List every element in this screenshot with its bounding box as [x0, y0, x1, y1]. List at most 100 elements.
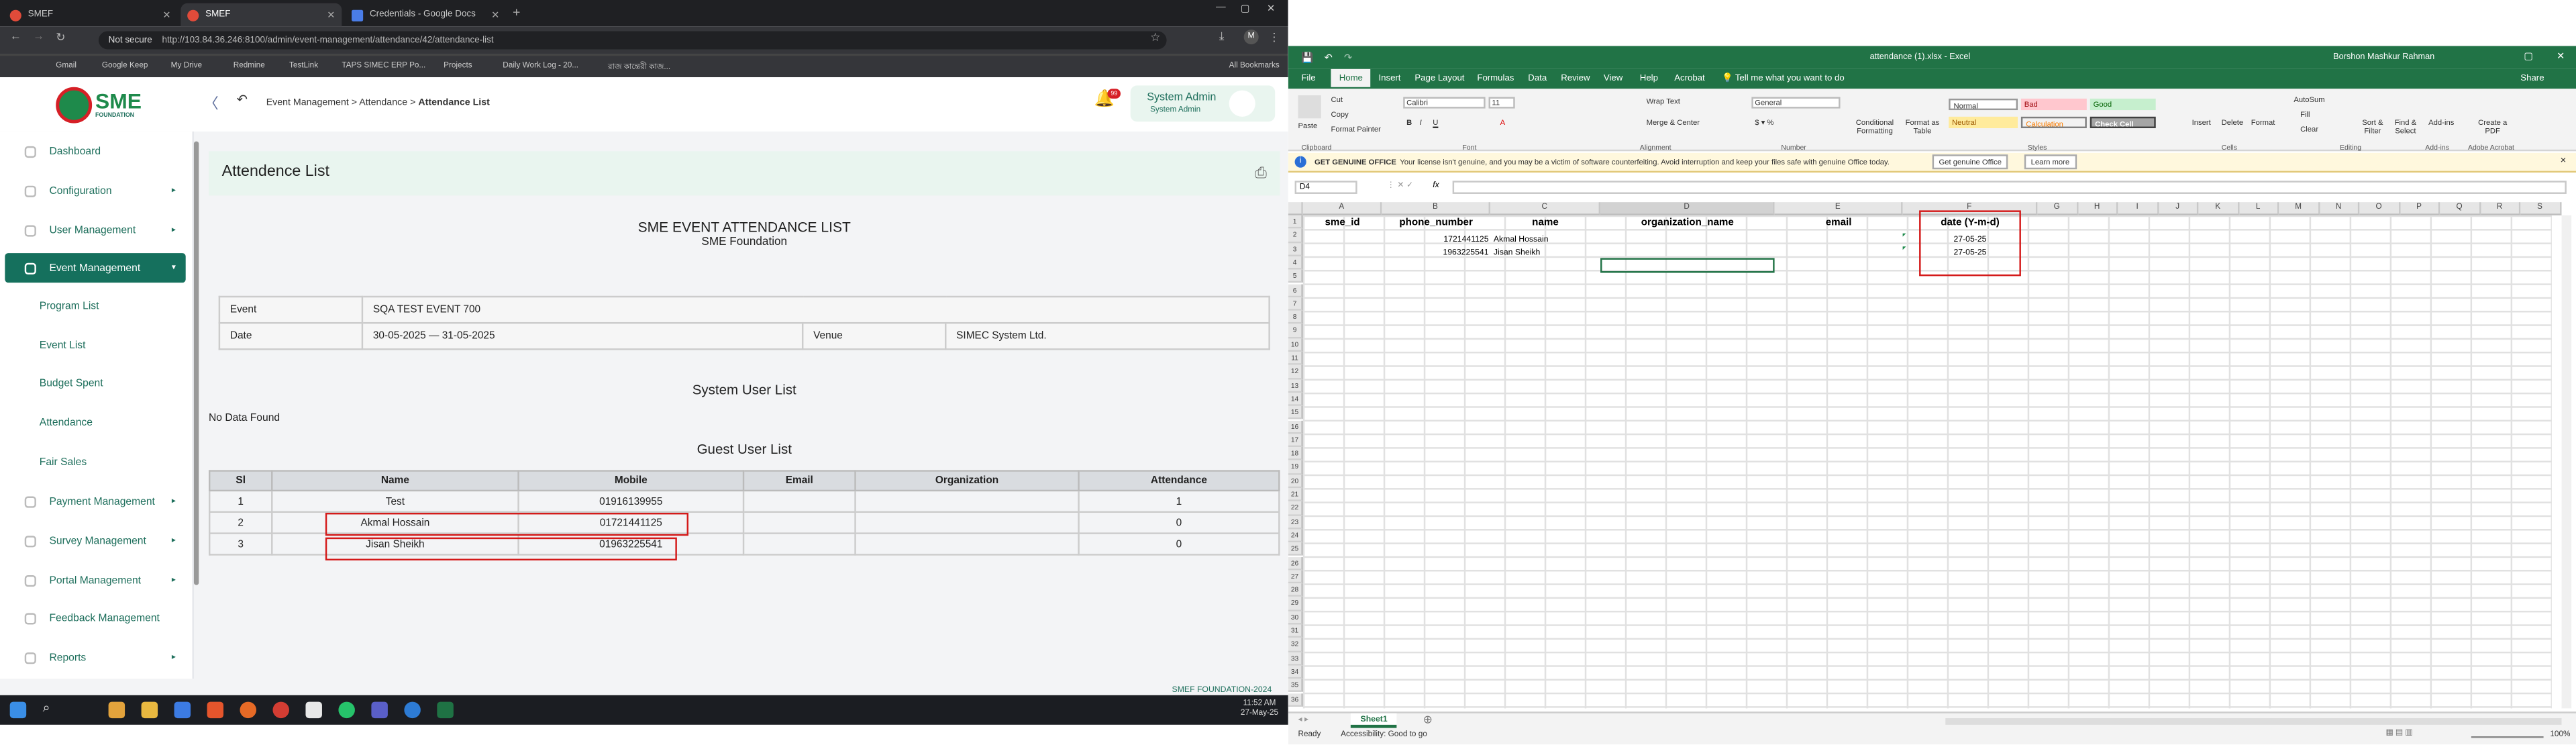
collapse-sidebar-icon[interactable]: 〈: [204, 92, 219, 113]
app-icon[interactable]: [108, 701, 125, 719]
bookmark-item[interactable]: Daily Work Log - 20...: [503, 62, 578, 70]
row-header[interactable]: 10: [1288, 338, 1303, 352]
sidebar-item-portal-management[interactable]: Portal Management ▸: [5, 565, 185, 595]
brave-icon[interactable]: [207, 701, 224, 719]
sidebar-subitem-fair-sales[interactable]: Fair Sales: [40, 457, 87, 468]
firefox-icon[interactable]: [240, 701, 256, 719]
italic-button[interactable]: I: [1420, 118, 1422, 126]
user-menu[interactable]: System Admin System Admin: [1130, 85, 1276, 122]
minimize-icon[interactable]: —: [1216, 3, 1226, 13]
row-header[interactable]: 32: [1288, 638, 1303, 652]
row-header[interactable]: 29: [1288, 597, 1303, 611]
row-header[interactable]: 17: [1288, 433, 1303, 448]
column-header[interactable]: M: [2279, 202, 2320, 215]
row-header[interactable]: 9: [1288, 324, 1303, 338]
zoom-slider[interactable]: [2471, 736, 2544, 738]
format-button[interactable]: Format: [2251, 118, 2275, 126]
profile-avatar[interactable]: M: [1243, 30, 1259, 45]
sidebar-subitem-attendance[interactable]: Attendance: [40, 417, 93, 429]
app-icon[interactable]: [305, 701, 322, 719]
style-good[interactable]: Good: [2090, 98, 2156, 111]
close-icon[interactable]: ✕: [162, 9, 170, 21]
bookmark-item[interactable]: TestLink: [289, 62, 318, 70]
column-header[interactable]: P: [2400, 202, 2440, 215]
bookmark-item[interactable]: Gmail: [56, 62, 76, 70]
reload-icon[interactable]: ↻: [56, 32, 65, 44]
url-field[interactable]: Not secure http://103.84.36.246:8100/admi…: [98, 31, 1167, 50]
number-format-select[interactable]: General: [1751, 97, 1841, 109]
currency-button[interactable]: $ ▾ %: [1755, 118, 1773, 128]
sidebar-item-dashboard[interactable]: Dashboard: [5, 136, 185, 166]
row-header[interactable]: 25: [1288, 542, 1303, 556]
row-header[interactable]: 34: [1288, 665, 1303, 679]
underline-button[interactable]: U: [1433, 118, 1438, 126]
bookmark-item[interactable]: Projects: [444, 62, 472, 70]
sidebar-scrollbar[interactable]: [193, 141, 199, 585]
edge-icon[interactable]: [404, 701, 421, 719]
sidebar-item-event-management[interactable]: Event Management ▾: [5, 253, 186, 283]
close-icon[interactable]: ✕: [2557, 51, 2565, 62]
row-header[interactable]: 22: [1288, 501, 1303, 515]
bookmark-star-icon[interactable]: ☆: [1150, 32, 1160, 44]
add-sheet-icon[interactable]: ⊕: [1423, 713, 1433, 726]
cut-button[interactable]: Cut: [1331, 95, 1343, 103]
format-painter-button[interactable]: Format Painter: [1331, 125, 1380, 133]
row-header[interactable]: 21: [1288, 488, 1303, 502]
font-select[interactable]: Calibri: [1403, 97, 1486, 109]
bookmark-item[interactable]: All Bookmarks: [1229, 62, 1280, 70]
close-icon[interactable]: ✕: [327, 9, 335, 21]
column-header[interactable]: A: [1302, 202, 1382, 215]
tab-data[interactable]: Data: [1528, 74, 1547, 84]
column-header[interactable]: H: [2077, 202, 2118, 215]
browser-tab-active[interactable]: SMEF ✕: [181, 3, 342, 27]
sidebar-subitem-event-list[interactable]: Event List: [40, 340, 86, 352]
column-header[interactable]: R: [2480, 202, 2521, 215]
bookmark-item[interactable]: রাজ কান্তেরী কাজ...: [608, 62, 670, 76]
tab-home[interactable]: Home: [1331, 68, 1372, 87]
chrome-icon[interactable]: [272, 701, 289, 719]
row-header[interactable]: 33: [1288, 652, 1303, 666]
font-size-select[interactable]: 11: [1488, 97, 1515, 109]
start-icon[interactable]: [9, 701, 27, 719]
column-header[interactable]: E: [1774, 202, 1903, 215]
row-header[interactable]: 26: [1288, 556, 1303, 570]
row-header[interactable]: 36: [1288, 693, 1303, 707]
whatsapp-icon[interactable]: [338, 701, 355, 719]
style-normal[interactable]: Normal: [1949, 98, 2018, 111]
row-header[interactable]: 3: [1288, 242, 1303, 256]
app-icon[interactable]: [174, 701, 191, 719]
maximize-icon[interactable]: ▢: [2524, 51, 2533, 62]
folder-icon[interactable]: [141, 701, 158, 719]
row-header[interactable]: 11: [1288, 352, 1303, 366]
insert-button[interactable]: Insert: [2192, 118, 2211, 126]
row-header[interactable]: 23: [1288, 515, 1303, 530]
column-header[interactable]: L: [2238, 202, 2279, 215]
tab-insert[interactable]: Insert: [1378, 74, 1400, 84]
redo-icon[interactable]: ↷: [1344, 52, 1352, 64]
share-button[interactable]: Share: [2520, 74, 2544, 84]
row-header[interactable]: 16: [1288, 419, 1303, 434]
sidebar-subitem-program-list[interactable]: Program List: [40, 301, 99, 312]
style-check-cell[interactable]: Check Cell: [2090, 116, 2156, 128]
create-pdf-button[interactable]: Create a PDF: [2475, 118, 2511, 134]
font-color-button[interactable]: A: [1500, 118, 1506, 126]
addins-button[interactable]: Add-ins: [2428, 118, 2454, 126]
tab-file[interactable]: File: [1301, 74, 1315, 84]
breadcrumb-item[interactable]: Attendance: [359, 99, 407, 109]
maximize-icon[interactable]: ▢: [1241, 3, 1250, 15]
column-header[interactable]: Q: [2440, 202, 2481, 215]
close-icon[interactable]: ✕: [491, 9, 499, 21]
sheet-tab[interactable]: Sheet1: [1350, 713, 1398, 728]
row-header[interactable]: 20: [1288, 474, 1303, 489]
sidebar-item-feedback-management[interactable]: Feedback Management: [5, 603, 185, 633]
tab-acrobat[interactable]: Acrobat: [1674, 74, 1704, 84]
row-header[interactable]: 12: [1288, 365, 1303, 379]
style-bad[interactable]: Bad: [2020, 98, 2087, 111]
sidebar-item-reports[interactable]: Reports ▸: [5, 642, 185, 672]
horizontal-scrollbar[interactable]: [1945, 718, 2562, 725]
menu-dots-icon[interactable]: ⋮: [1268, 32, 1280, 44]
row-header[interactable]: 18: [1288, 447, 1303, 461]
column-header[interactable]: C: [1490, 202, 1601, 215]
delete-button[interactable]: Delete: [2222, 118, 2244, 126]
row-header[interactable]: 6: [1288, 283, 1303, 297]
